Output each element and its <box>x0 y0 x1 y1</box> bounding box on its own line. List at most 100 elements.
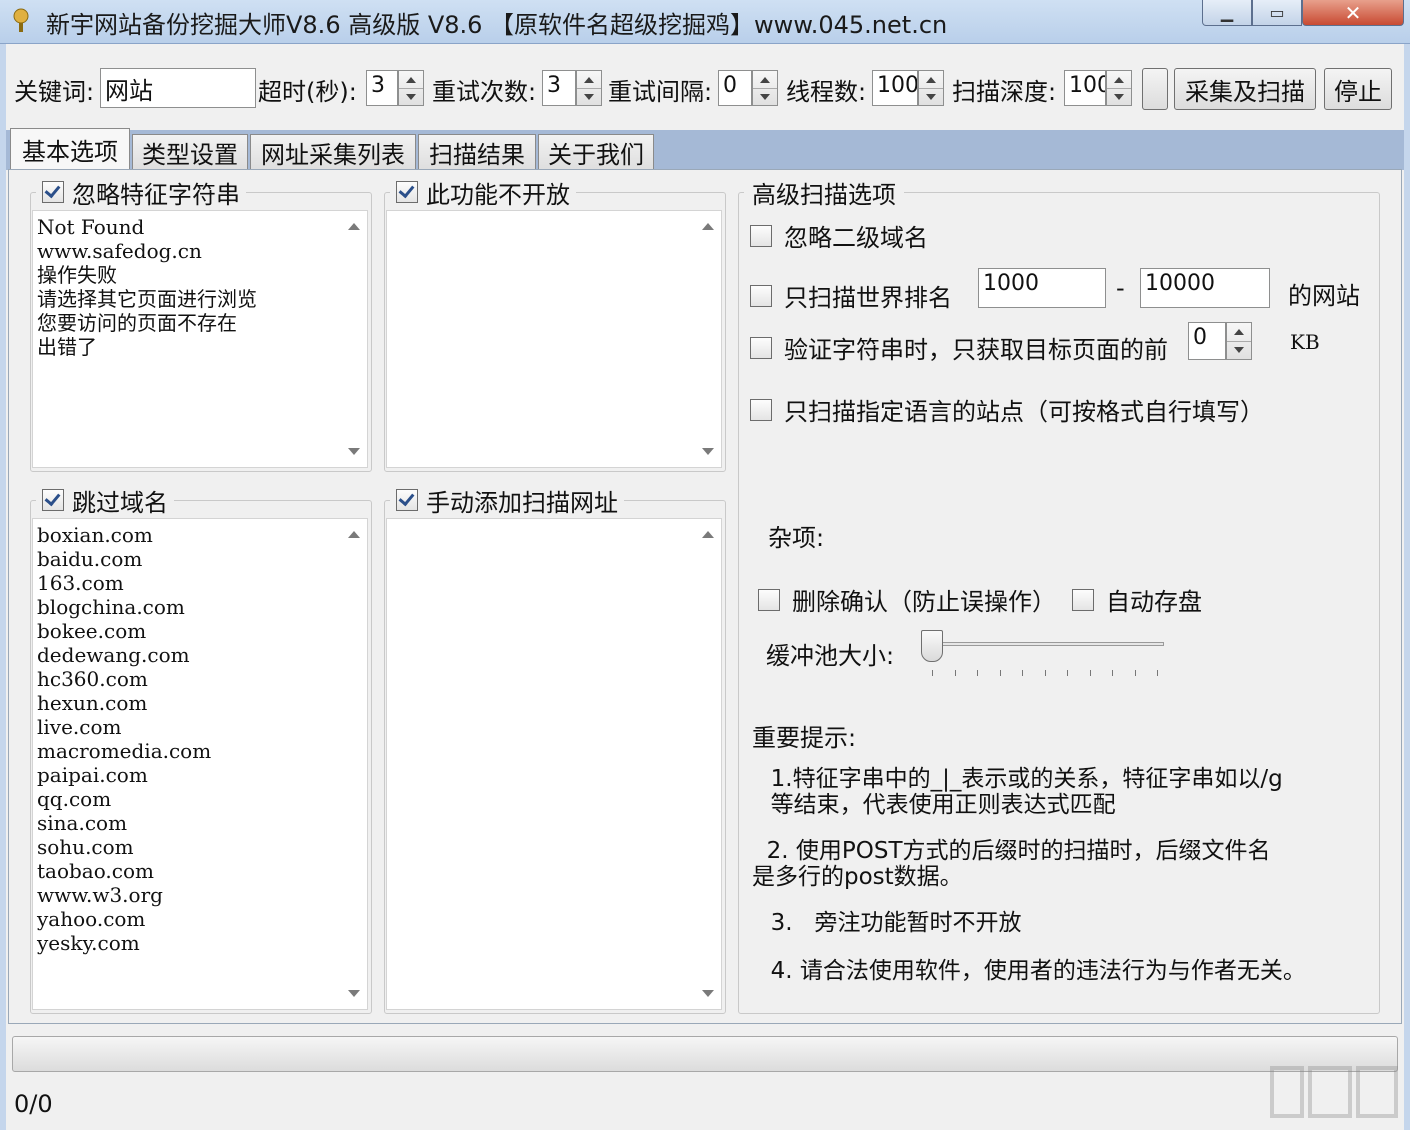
verify-kb-spinner[interactable] <box>1226 322 1252 360</box>
small-blank-button[interactable] <box>1142 68 1168 110</box>
threads-input[interactable]: 100 <box>872 70 918 106</box>
spin-up-icon[interactable] <box>919 71 943 89</box>
retries-label: 重试次数: <box>432 78 537 106</box>
depth-label: 扫描深度: <box>952 78 1057 106</box>
tab-about[interactable]: 关于我们 <box>538 134 654 170</box>
tab-basic-options[interactable]: 基本选项 <box>10 128 130 170</box>
manual-add-scrollbar[interactable] <box>695 521 719 1007</box>
progress-bar <box>12 1036 1398 1072</box>
auto-save-option[interactable]: 自动存盘 <box>1072 582 1202 617</box>
rank-only-checkbox[interactable] <box>750 284 772 307</box>
spin-up-icon[interactable] <box>399 71 423 89</box>
ignore-subdomain-checkbox[interactable] <box>750 224 772 247</box>
depth-spinner[interactable] <box>1106 70 1132 106</box>
language-only-checkbox[interactable] <box>750 398 772 421</box>
spin-up-icon[interactable] <box>577 71 601 89</box>
minimize-button[interactable]: ▁ <box>1202 0 1252 26</box>
delete-confirm-option[interactable]: 删除确认（防止误操作） <box>758 582 1056 617</box>
slider-tick <box>999 670 1001 676</box>
spin-down-icon[interactable] <box>577 88 601 105</box>
buffer-size-slider[interactable] <box>922 642 1164 646</box>
language-only-option[interactable]: 只扫描指定语言的站点（可按格式自行填写） <box>750 392 1264 427</box>
maximize-button[interactable]: ▭ <box>1252 0 1302 26</box>
window-frame-right <box>1404 44 1410 1130</box>
retry-interval-spinner[interactable] <box>752 70 778 106</box>
close-icon: ✕ <box>1344 0 1362 25</box>
scroll-up-icon[interactable] <box>702 531 714 538</box>
ignore-subdomain-option[interactable]: 忽略二级域名 <box>750 218 928 253</box>
skip-domains-header[interactable]: 跳过域名 <box>36 484 174 517</box>
spin-down-icon[interactable] <box>753 88 777 105</box>
scroll-up-icon[interactable] <box>702 223 714 230</box>
timeout-input[interactable]: 3 <box>366 70 398 106</box>
app-icon <box>13 8 29 32</box>
slider-tick <box>1157 670 1158 676</box>
stop-button[interactable]: 停止 <box>1324 68 1392 110</box>
scroll-down-icon[interactable] <box>702 990 714 997</box>
scroll-up-icon[interactable] <box>348 223 360 230</box>
misc-title: 杂项: <box>768 524 825 552</box>
delete-confirm-checkbox[interactable] <box>758 588 780 611</box>
rank-suffix: 的网站 <box>1288 282 1360 310</box>
window-frame-left <box>0 44 6 1130</box>
maximize-icon: ▭ <box>1269 3 1285 22</box>
auto-save-checkbox[interactable] <box>1072 588 1094 611</box>
scroll-down-icon[interactable] <box>702 448 714 455</box>
scroll-up-icon[interactable] <box>348 531 360 538</box>
tab-scan-results[interactable]: 扫描结果 <box>418 134 536 170</box>
notes-title: 重要提示: <box>752 724 857 752</box>
skip-domains-textarea[interactable]: boxian.com baidu.com 163.com blogchina.c… <box>32 518 368 1010</box>
threads-spinner[interactable] <box>918 70 944 106</box>
note-3: 3. 旁注功能暂时不开放 <box>756 910 1022 936</box>
language-only-label: 只扫描指定语言的站点（可按格式自行填写） <box>784 398 1264 426</box>
delete-confirm-label: 删除确认（防止误操作） <box>792 588 1056 616</box>
close-button[interactable]: ✕ <box>1302 0 1404 26</box>
skip-domains-checkbox[interactable] <box>42 489 64 511</box>
note-4: 4. 请合法使用软件，使用者的违法行为与作者无关。 <box>756 958 1306 984</box>
spin-up-icon[interactable] <box>753 71 777 89</box>
rank-only-option[interactable]: 只扫描世界排名 <box>750 278 952 313</box>
tab-url-collection[interactable]: 网址采集列表 <box>250 134 416 170</box>
depth-input[interactable]: 100 <box>1064 70 1106 106</box>
retries-input[interactable]: 3 <box>542 70 576 106</box>
spin-down-icon[interactable] <box>1227 341 1251 359</box>
buffer-size-slider-thumb[interactable] <box>921 630 943 662</box>
disabled-feature-textarea[interactable] <box>386 210 722 468</box>
spin-down-icon[interactable] <box>919 88 943 105</box>
collect-scan-button[interactable]: 采集及扫描 <box>1174 68 1316 110</box>
manual-add-header[interactable]: 手动添加扫描网址 <box>390 484 624 517</box>
scroll-down-icon[interactable] <box>348 990 360 997</box>
ignore-strings-textarea[interactable]: Not Found www.safedog.cn 操作失败 请选择其它页面进行浏… <box>32 210 368 468</box>
auto-save-label: 自动存盘 <box>1106 588 1202 616</box>
retry-interval-input[interactable]: 0 <box>718 70 752 106</box>
rank-to-input[interactable]: 10000 <box>1140 268 1270 308</box>
timeout-spinner[interactable] <box>398 70 424 106</box>
ignore-strings-scrollbar[interactable] <box>341 213 365 465</box>
scroll-down-icon[interactable] <box>348 448 360 455</box>
spin-down-icon[interactable] <box>1107 88 1131 105</box>
tab-type-settings[interactable]: 类型设置 <box>132 134 248 170</box>
disabled-feature-scrollbar[interactable] <box>695 213 719 465</box>
verify-kb-input[interactable]: 0 <box>1188 322 1226 360</box>
spin-up-icon[interactable] <box>1107 71 1131 89</box>
spin-up-icon[interactable] <box>1227 323 1251 342</box>
skip-domains-scrollbar[interactable] <box>341 521 365 1007</box>
spin-down-icon[interactable] <box>399 88 423 105</box>
timeout-label: 超时(秒): <box>258 78 357 106</box>
retry-interval-label: 重试间隔: <box>608 78 713 106</box>
retries-spinner[interactable] <box>576 70 602 106</box>
manual-add-checkbox[interactable] <box>396 489 418 511</box>
verify-size-checkbox[interactable] <box>750 336 772 359</box>
disabled-feature-checkbox[interactable] <box>396 181 418 203</box>
keyword-input[interactable]: 网站 <box>100 68 256 108</box>
manual-add-textarea[interactable] <box>386 518 722 1010</box>
verify-size-option[interactable]: 验证字符串时，只获取目标页面的前 <box>750 330 1168 365</box>
slider-tick <box>1089 670 1091 676</box>
rank-from-input[interactable]: 1000 <box>978 268 1106 308</box>
ignore-strings-text: Not Found www.safedog.cn 操作失败 请选择其它页面进行浏… <box>37 215 257 359</box>
skip-domains-text: boxian.com baidu.com 163.com blogchina.c… <box>37 523 212 955</box>
ignore-strings-checkbox[interactable] <box>42 181 64 203</box>
disabled-feature-header[interactable]: 此功能不开放 <box>390 176 576 209</box>
verify-size-label: 验证字符串时，只获取目标页面的前 <box>784 336 1168 364</box>
ignore-strings-header[interactable]: 忽略特征字符串 <box>36 176 246 209</box>
